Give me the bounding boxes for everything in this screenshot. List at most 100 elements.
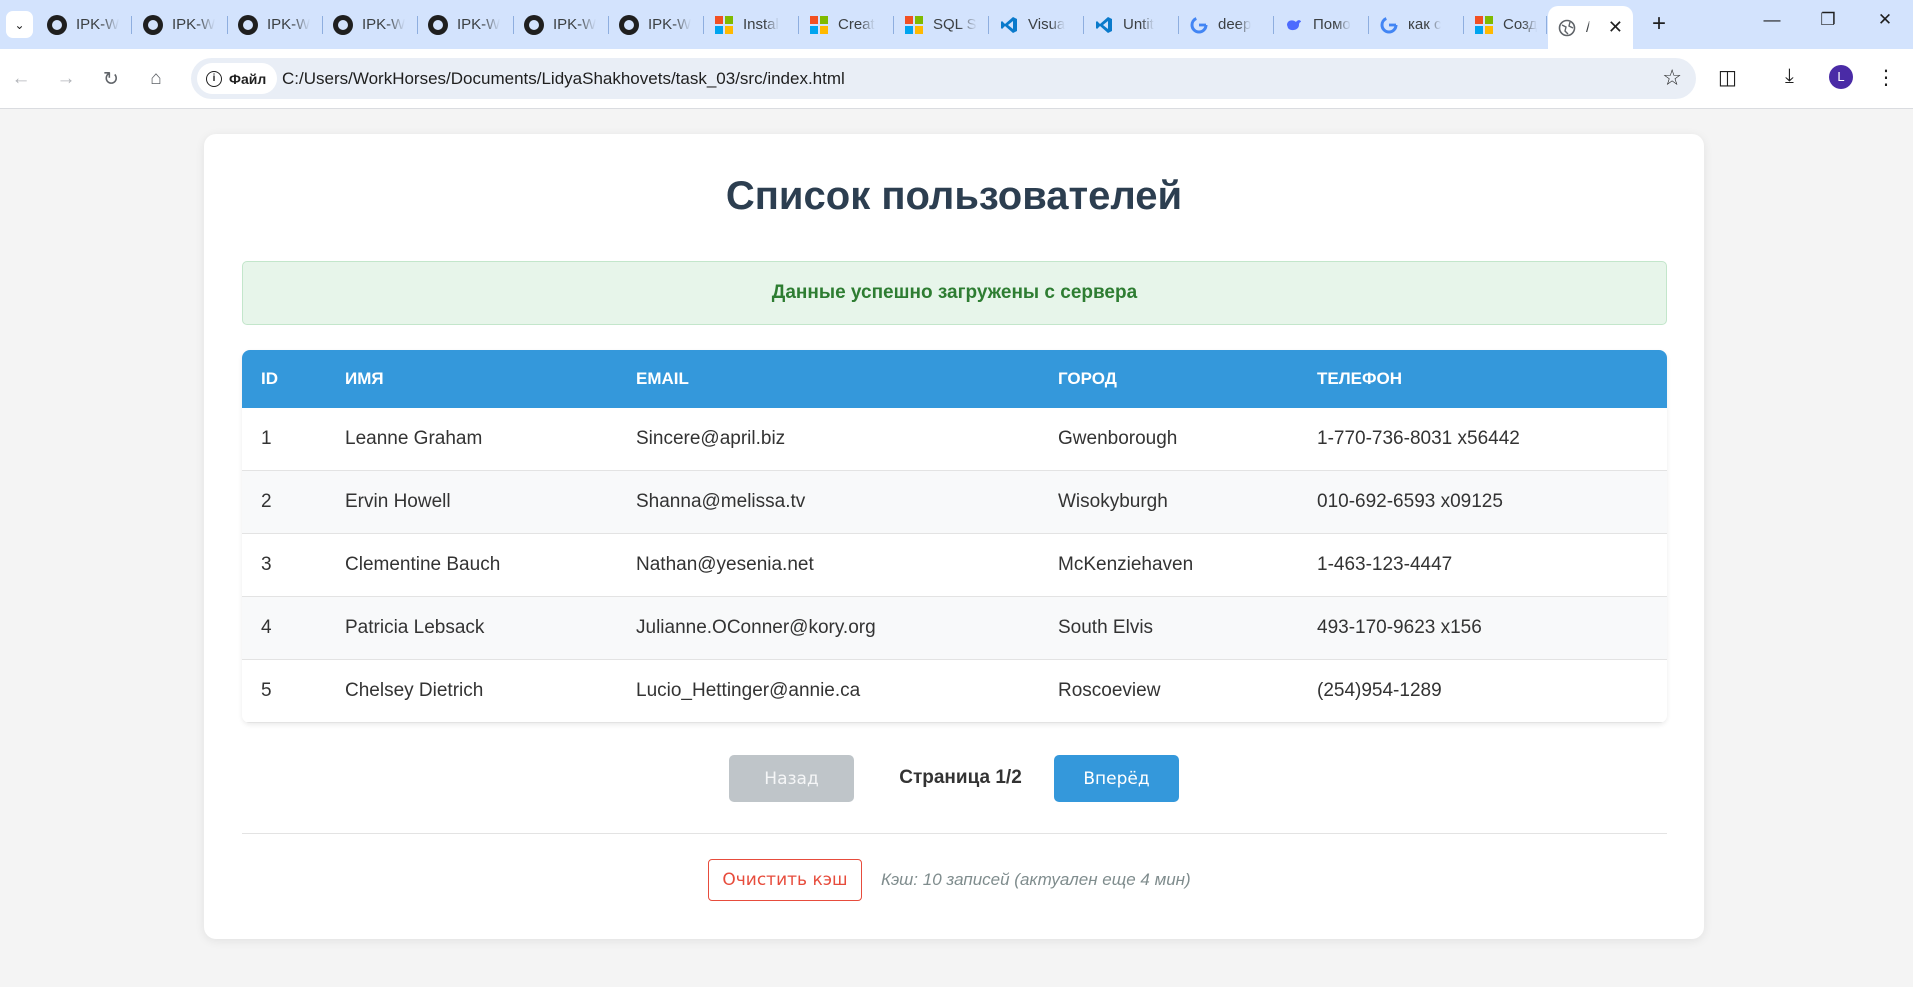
next-page-button[interactable]: Вперёд xyxy=(1054,755,1179,802)
browser-tab[interactable]: Visua xyxy=(990,8,1084,41)
download-icon[interactable]: ⤓ xyxy=(1785,65,1794,88)
vscode-icon xyxy=(999,15,1019,35)
github-icon xyxy=(47,14,67,35)
tab-label: IPK-W xyxy=(457,16,501,33)
prev-page-button[interactable]: Назад xyxy=(729,755,854,802)
profile-avatar[interactable]: L xyxy=(1829,65,1853,89)
cell-phone: 1-770-736-8031 x56442 xyxy=(1317,428,1520,449)
browser-tab[interactable]: IPK-W xyxy=(610,8,704,41)
back-arrow-icon[interactable]: ← xyxy=(5,63,37,95)
address-bar[interactable]: i Файл C:/Users/WorkHorses/Documents/Lid… xyxy=(191,58,1696,99)
tab-label: IPK-W xyxy=(553,16,597,33)
browser-tab[interactable]: Созд xyxy=(1465,8,1547,41)
browser-tab[interactable]: IPK-W xyxy=(229,8,323,41)
tab-search-button[interactable]: ⌄ xyxy=(6,11,33,38)
tab-label: как с xyxy=(1408,16,1442,33)
clear-cache-button[interactable]: Очистить кэш xyxy=(708,859,862,901)
home-icon[interactable]: ⌂ xyxy=(140,63,172,95)
microsoft-icon xyxy=(1474,15,1494,35)
browser-tab[interactable]: как с xyxy=(1370,8,1464,41)
github-icon xyxy=(524,14,544,35)
table-row: 2 Ervin Howell Shanna@melissa.tv Wisokyburg… xyxy=(242,471,1667,534)
browser-tab[interactable]: IPK-W xyxy=(515,8,609,41)
menu-dots-icon[interactable]: ⋮ xyxy=(1876,65,1896,90)
cell-phone: 1-463-123-4447 xyxy=(1317,554,1453,575)
browser-tab[interactable]: IPK-W xyxy=(324,8,418,41)
reload-icon[interactable]: ↻ xyxy=(95,63,127,95)
close-window-button[interactable]: ✕ xyxy=(1857,0,1913,40)
cell-email: Shanna@melissa.tv xyxy=(636,491,806,512)
browser-tab[interactable]: Creat xyxy=(800,8,894,41)
column-header-email: Email xyxy=(636,369,689,388)
info-icon: i xyxy=(206,70,222,87)
cell-phone: (254)954-1289 xyxy=(1317,680,1442,701)
tab-label: Созд xyxy=(1503,16,1538,33)
tab-label: Instal xyxy=(743,16,779,33)
column-header-phone: Телефон xyxy=(1317,369,1402,388)
pagination: Назад Страница 1/2 Вперёд xyxy=(204,755,1704,803)
github-icon xyxy=(428,14,448,35)
cell-email: Lucio_Hettinger@annie.ca xyxy=(636,680,861,701)
browser-tab[interactable]: Помо xyxy=(1275,8,1369,41)
cell-phone: 010-692-6593 x09125 xyxy=(1317,491,1503,512)
browser-tab[interactable]: IPK-W xyxy=(134,8,228,41)
vscode-icon xyxy=(1094,15,1114,35)
browser-tab[interactable]: IPK-W xyxy=(38,8,132,41)
browser-toolbar: ← → ↻ ⌂ i Файл C:/Users/WorkHorses/Docum… xyxy=(0,49,1913,109)
column-header-id: ID xyxy=(261,369,278,388)
cell-id: 4 xyxy=(261,617,272,638)
google-icon xyxy=(1379,15,1399,35)
tab-label: SQL S xyxy=(933,16,977,33)
cache-info: Кэш: 10 записей (актуален еще 4 мин) xyxy=(881,870,1191,889)
cell-name: Leanne Graham xyxy=(345,428,483,449)
tab-strip: ⌄ IPK-W IPK-W IPK-W IPK-W IPK-W IPK-W IPK-W Ins… xyxy=(0,0,1913,49)
cell-name: Chelsey Dietrich xyxy=(345,680,484,701)
tab-label: IPK-W xyxy=(362,16,406,33)
browser-tab[interactable]: / ✕ xyxy=(1548,6,1633,49)
extensions-icon[interactable]: ◫ xyxy=(1718,65,1737,90)
browser-tab[interactable]: SQL S xyxy=(895,8,989,41)
bookmark-star-icon[interactable]: ☆ xyxy=(1662,65,1682,91)
tab-label: Untit xyxy=(1123,16,1154,33)
tab-label: IPK-W xyxy=(648,16,692,33)
cell-name: Patricia Lebsack xyxy=(345,617,485,638)
tab-label: IPK-W xyxy=(267,16,311,33)
tab-label: Creat xyxy=(838,16,875,33)
cell-email: Sincere@april.biz xyxy=(636,428,786,449)
cell-city: McKenziehaven xyxy=(1058,554,1194,575)
tab-label: / xyxy=(1586,19,1591,36)
cell-id: 3 xyxy=(261,554,272,575)
deepseek-icon xyxy=(1284,15,1304,35)
site-info-chip[interactable]: i Файл xyxy=(197,63,278,94)
github-icon xyxy=(143,14,163,35)
cell-id: 5 xyxy=(261,680,272,701)
cell-email: Julianne.OConner@kory.org xyxy=(636,617,876,638)
table-body: 1 Leanne Graham Sincere@april.biz Gwenborou… xyxy=(242,408,1667,723)
tab-label: IPK-W xyxy=(76,16,120,33)
minimize-button[interactable]: — xyxy=(1744,0,1800,40)
browser-tab[interactable]: Instal xyxy=(705,8,799,41)
cell-name: Clementine Bauch xyxy=(345,554,501,575)
divider xyxy=(242,833,1667,834)
forward-arrow-icon[interactable]: → xyxy=(50,63,82,95)
table-row: 1 Leanne Graham Sincere@april.biz Gwenborou… xyxy=(242,408,1667,471)
column-header-name: Имя xyxy=(345,369,384,388)
close-tab-icon[interactable]: ✕ xyxy=(1608,17,1623,38)
browser-tab[interactable]: Untit xyxy=(1085,8,1179,41)
cell-city: South Elvis xyxy=(1058,617,1154,638)
new-tab-button[interactable]: + xyxy=(1645,10,1673,38)
url-text[interactable]: C:/Users/WorkHorses/Documents/LidyaShakh… xyxy=(282,69,845,89)
main-card: Список пользователей Данные успешно загр… xyxy=(204,134,1704,939)
microsoft-icon xyxy=(809,15,829,35)
google-icon xyxy=(1189,15,1209,35)
cell-city: Wisokyburgh xyxy=(1058,491,1168,512)
cell-name: Ervin Howell xyxy=(345,491,451,512)
tab-label: Помо xyxy=(1313,16,1351,33)
site-info-label: Файл xyxy=(229,70,267,87)
github-icon xyxy=(238,14,258,35)
restore-button[interactable]: ❐ xyxy=(1800,0,1856,40)
browser-tab[interactable]: deep xyxy=(1180,8,1274,41)
browser-tab[interactable]: IPK-W xyxy=(419,8,514,41)
cell-city: Gwenborough xyxy=(1058,428,1178,449)
table-row: 3 Clementine Bauch Nathan@yesenia.net McKen… xyxy=(242,534,1667,597)
